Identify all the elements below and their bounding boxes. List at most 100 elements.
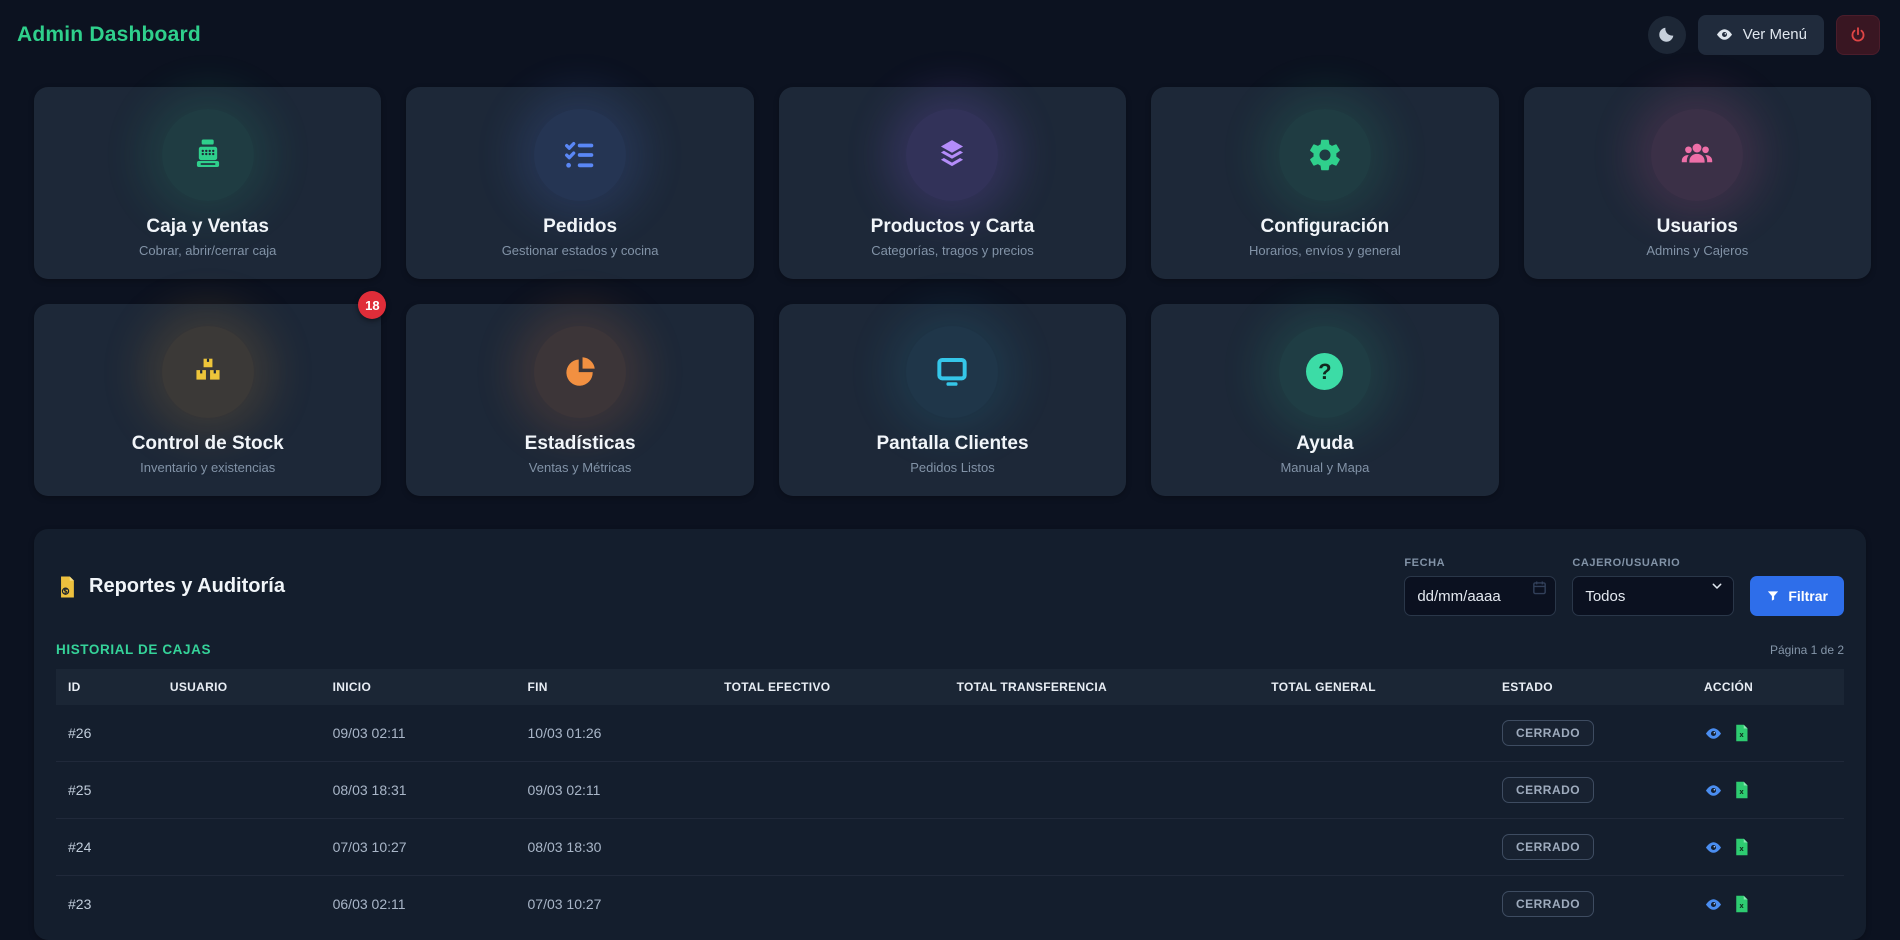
cell-transferencia	[945, 762, 1260, 819]
cell-general	[1259, 876, 1490, 933]
power-icon	[1849, 26, 1867, 44]
view-detail-button[interactable]	[1704, 724, 1723, 743]
cajero-select[interactable]: Todos	[1572, 576, 1734, 616]
card-pedidos[interactable]: Pedidos Gestionar estados y cocina	[406, 87, 753, 279]
cell-usuario	[158, 819, 321, 876]
col-total-transferencia: TOTAL TRANSFERENCIA	[945, 669, 1260, 705]
cell-general	[1259, 762, 1490, 819]
cell-id: #23	[56, 876, 158, 933]
card-subtitle: Admins y Cajeros	[1646, 243, 1748, 258]
report-filters: FECHA CAJERO/USUARIO Todos	[1404, 557, 1844, 616]
cell-inicio: 08/03 18:31	[321, 762, 516, 819]
cell-general	[1259, 705, 1490, 762]
history-header-row: HISTORIAL DE CAJAS Página 1 de 2	[56, 642, 1844, 657]
history-title: HISTORIAL DE CAJAS	[56, 642, 211, 657]
eye-icon	[1704, 724, 1723, 743]
card-subtitle: Categorías, tragos y precios	[871, 243, 1034, 258]
svg-text:$: $	[63, 587, 68, 595]
eye-icon	[1704, 781, 1723, 800]
export-excel-button[interactable]: x	[1734, 895, 1749, 913]
view-detail-button[interactable]	[1704, 781, 1723, 800]
table-header-row: ID USUARIO INICIO FIN TOTAL EFECTIVO TOT…	[56, 669, 1844, 705]
file-excel-icon: x	[1734, 724, 1749, 742]
card-pantalla-clientes[interactable]: Pantalla Clientes Pedidos Listos	[779, 304, 1126, 496]
card-subtitle: Ventas y Métricas	[529, 460, 632, 475]
table-row: #24 07/03 10:27 08/03 18:30 CERRADO x	[56, 819, 1844, 876]
card-title: Productos y Carta	[871, 216, 1035, 238]
card-title: Ayuda	[1296, 433, 1353, 455]
filtrar-button[interactable]: Filtrar	[1750, 576, 1844, 616]
status-badge: CERRADO	[1502, 720, 1594, 746]
eye-icon	[1704, 895, 1723, 914]
circle-question-icon: ?	[1279, 326, 1371, 418]
export-excel-button[interactable]: x	[1734, 724, 1749, 742]
ver-menu-label: Ver Menú	[1743, 26, 1807, 43]
col-inicio: INICIO	[321, 669, 516, 705]
ver-menu-button[interactable]: Ver Menú	[1698, 15, 1824, 55]
dashboard-card-grid: Caja y Ventas Cobrar, abrir/cerrar caja …	[34, 87, 1871, 496]
export-excel-button[interactable]: x	[1734, 781, 1749, 799]
file-excel-icon: x	[1734, 838, 1749, 856]
eye-icon	[1704, 838, 1723, 857]
card-title: Configuración	[1261, 216, 1390, 238]
svg-text:x: x	[1739, 731, 1744, 739]
card-estadisticas[interactable]: Estadísticas Ventas y Métricas	[406, 304, 753, 496]
fecha-input[interactable]	[1404, 576, 1556, 616]
card-subtitle: Cobrar, abrir/cerrar caja	[139, 243, 276, 258]
gear-icon	[1279, 109, 1371, 201]
card-title: Usuarios	[1657, 216, 1738, 238]
col-accion: ACCIÓN	[1692, 669, 1844, 705]
card-title: Control de Stock	[132, 433, 284, 455]
col-id: ID	[56, 669, 158, 705]
file-excel-icon: x	[1734, 895, 1749, 913]
table-row: #26 09/03 02:11 10/03 01:26 CERRADO x	[56, 705, 1844, 762]
view-detail-button[interactable]	[1704, 838, 1723, 857]
card-title: Estadísticas	[525, 433, 636, 455]
cell-fin: 08/03 18:30	[516, 819, 713, 876]
col-usuario: USUARIO	[158, 669, 321, 705]
cajero-field: CAJERO/USUARIO Todos	[1572, 557, 1734, 616]
card-subtitle: Pedidos Listos	[910, 460, 995, 475]
card-subtitle: Inventario y existencias	[140, 460, 275, 475]
header-actions: Ver Menú	[1648, 15, 1880, 55]
cell-usuario	[158, 705, 321, 762]
cell-transferencia	[945, 705, 1260, 762]
card-productos-y-carta[interactable]: Productos y Carta Categorías, tragos y p…	[779, 87, 1126, 279]
svg-text:x: x	[1739, 845, 1744, 853]
filtrar-label: Filtrar	[1788, 588, 1828, 604]
list-check-icon	[534, 109, 626, 201]
card-title: Pedidos	[543, 216, 617, 238]
card-title: Pantalla Clientes	[876, 433, 1028, 455]
logout-power-button[interactable]	[1836, 15, 1880, 55]
col-fin: FIN	[516, 669, 713, 705]
cell-efectivo	[712, 762, 944, 819]
cell-efectivo	[712, 705, 944, 762]
export-excel-button[interactable]: x	[1734, 838, 1749, 856]
col-total-efectivo: TOTAL EFECTIVO	[712, 669, 944, 705]
card-configuracion[interactable]: Configuración Horarios, envíos y general	[1151, 87, 1498, 279]
theme-toggle-button[interactable]	[1648, 16, 1686, 54]
svg-text:x: x	[1739, 902, 1744, 910]
file-invoice-dollar-icon: $	[56, 575, 78, 599]
cell-general	[1259, 819, 1490, 876]
funnel-icon	[1766, 589, 1780, 603]
moon-icon	[1657, 25, 1676, 44]
card-caja-y-ventas[interactable]: Caja y Ventas Cobrar, abrir/cerrar caja	[34, 87, 381, 279]
reports-panel-header: $ Reportes y Auditoría FECHA CAJERO/USUA…	[56, 529, 1844, 616]
card-subtitle: Gestionar estados y cocina	[502, 243, 659, 258]
cell-efectivo	[712, 819, 944, 876]
card-ayuda[interactable]: ? Ayuda Manual y Mapa	[1151, 304, 1498, 496]
card-control-de-stock[interactable]: 18 Control de Stock Inventario y existen…	[34, 304, 381, 496]
header: Admin Dashboard Ver Menú	[0, 0, 1900, 69]
reports-title: Reportes y Auditoría	[89, 575, 285, 598]
view-detail-button[interactable]	[1704, 895, 1723, 914]
users-icon	[1651, 109, 1743, 201]
monitor-icon	[906, 326, 998, 418]
reports-panel: $ Reportes y Auditoría FECHA CAJERO/USUA…	[34, 529, 1866, 940]
card-usuarios[interactable]: Usuarios Admins y Cajeros	[1524, 87, 1871, 279]
cell-usuario	[158, 876, 321, 933]
reports-title-group: $ Reportes y Auditoría	[56, 575, 285, 599]
file-excel-icon: x	[1734, 781, 1749, 799]
card-title: Caja y Ventas	[146, 216, 269, 238]
status-badge: CERRADO	[1502, 777, 1594, 803]
